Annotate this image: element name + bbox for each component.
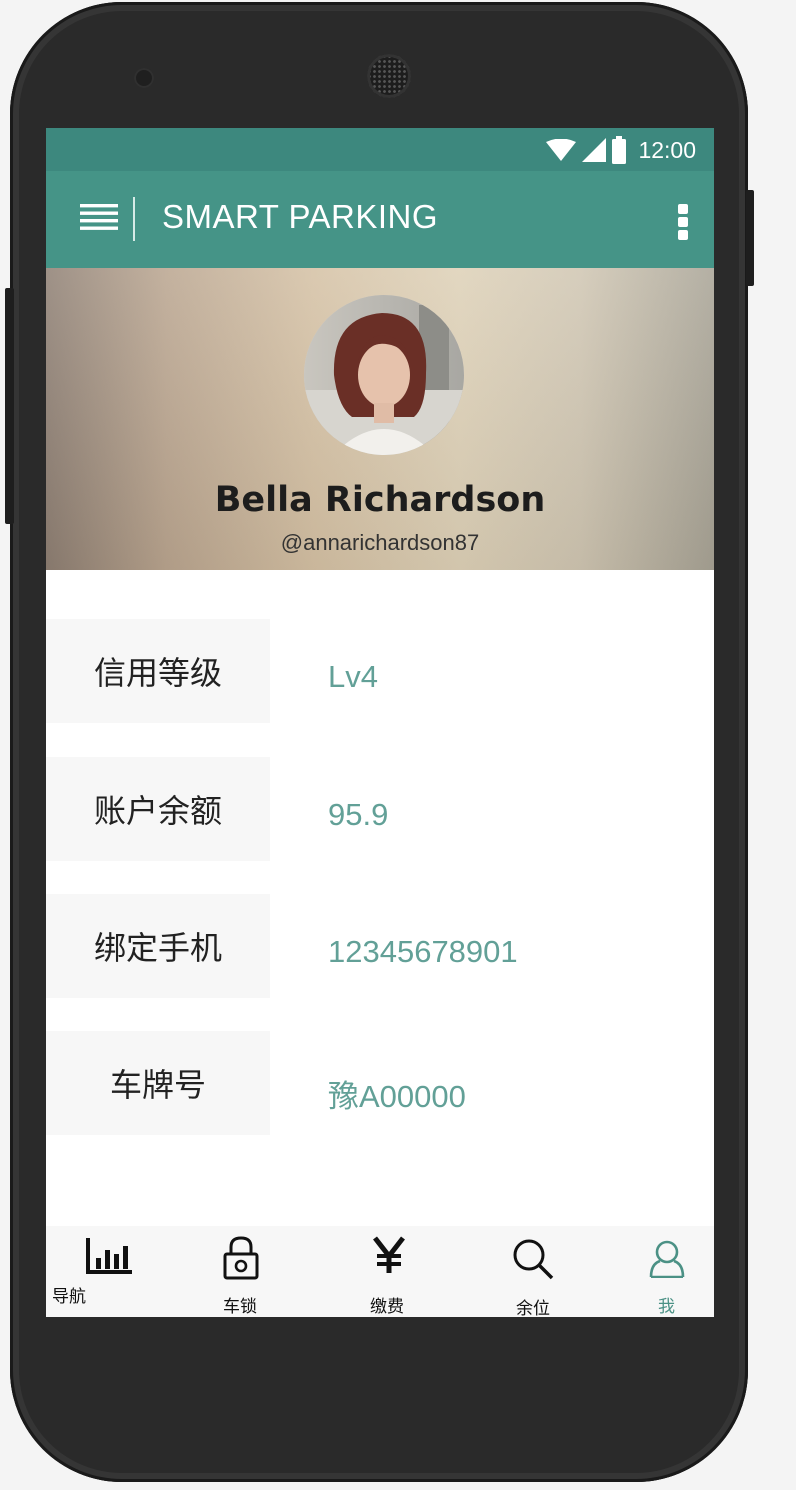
search-icon — [513, 1239, 554, 1280]
nav-label: 余位 — [516, 1299, 550, 1317]
nav-label: 导航 — [52, 1287, 86, 1307]
nav-label: 缴费 — [370, 1297, 404, 1317]
more-vert-icon — [674, 204, 692, 240]
volume-button — [5, 288, 14, 524]
status-time: 12:00 — [638, 136, 696, 163]
profile-name: Bella Richardson — [214, 480, 546, 520]
front-sensor — [134, 68, 154, 88]
app-bar-divider — [133, 197, 135, 241]
info-label: 绑定手机 — [93, 929, 222, 967]
info-value: 95.9 — [328, 797, 389, 832]
info-label: 账户余额 — [93, 792, 222, 830]
yen-icon — [373, 1236, 405, 1273]
profile-header: Bella Richardson @annarichardson87 — [46, 268, 714, 570]
nav-item-vacancy[interactable]: 余位 — [496, 1226, 586, 1317]
signal-icon — [582, 138, 607, 162]
nav-item-car-lock[interactable]: 车锁 — [196, 1226, 286, 1317]
info-row-credit-level: 信用等级 Lv4 — [46, 619, 714, 723]
status-bar: 12:00 — [46, 128, 714, 171]
info-label-box: 车牌号 — [46, 1031, 270, 1135]
avatar-photo — [304, 295, 464, 455]
info-value: 豫A00000 — [328, 1079, 466, 1114]
nav-item-payment[interactable]: 缴费 — [346, 1226, 436, 1317]
app-title: SMART PARKING — [162, 198, 439, 235]
info-value: Lv4 — [328, 659, 378, 694]
info-label-box: 绑定手机 — [46, 894, 270, 998]
nav-item-me[interactable]: 我 — [626, 1226, 706, 1317]
info-label-box: 信用等级 — [46, 619, 270, 723]
info-label-box: 账户余额 — [46, 757, 270, 861]
info-row-balance: 账户余额 95.9 — [46, 757, 714, 861]
menu-button[interactable] — [80, 202, 118, 236]
power-button — [746, 190, 754, 286]
nav-label: 车锁 — [223, 1297, 257, 1317]
wifi-icon — [546, 139, 577, 161]
info-row-phone: 绑定手机 12345678901 — [46, 894, 714, 998]
info-label: 车牌号 — [109, 1066, 206, 1104]
nav-label: 我 — [658, 1297, 675, 1317]
hamburger-icon — [80, 204, 118, 230]
app-bar: SMART PARKING — [46, 171, 714, 268]
nav-item-navigation[interactable]: 导航 — [46, 1226, 156, 1317]
bar-chart-icon — [86, 1238, 132, 1274]
profile-handle: @annarichardson87 — [280, 530, 480, 555]
earpiece-speaker — [367, 54, 411, 98]
screen: 12:00 SMART PARKING Bella Richardson @an… — [46, 128, 714, 1317]
info-label: 信用等级 — [93, 654, 222, 692]
info-row-plate: 车牌号 豫A00000 — [46, 1031, 714, 1135]
lock-icon — [223, 1236, 259, 1280]
avatar[interactable] — [304, 295, 464, 455]
bottom-nav: 导航 车锁 缴费 余位 我 — [46, 1226, 714, 1317]
info-value: 12345678901 — [328, 934, 518, 969]
person-icon — [649, 1240, 685, 1278]
battery-icon — [612, 136, 627, 164]
more-options-button[interactable] — [674, 204, 692, 244]
